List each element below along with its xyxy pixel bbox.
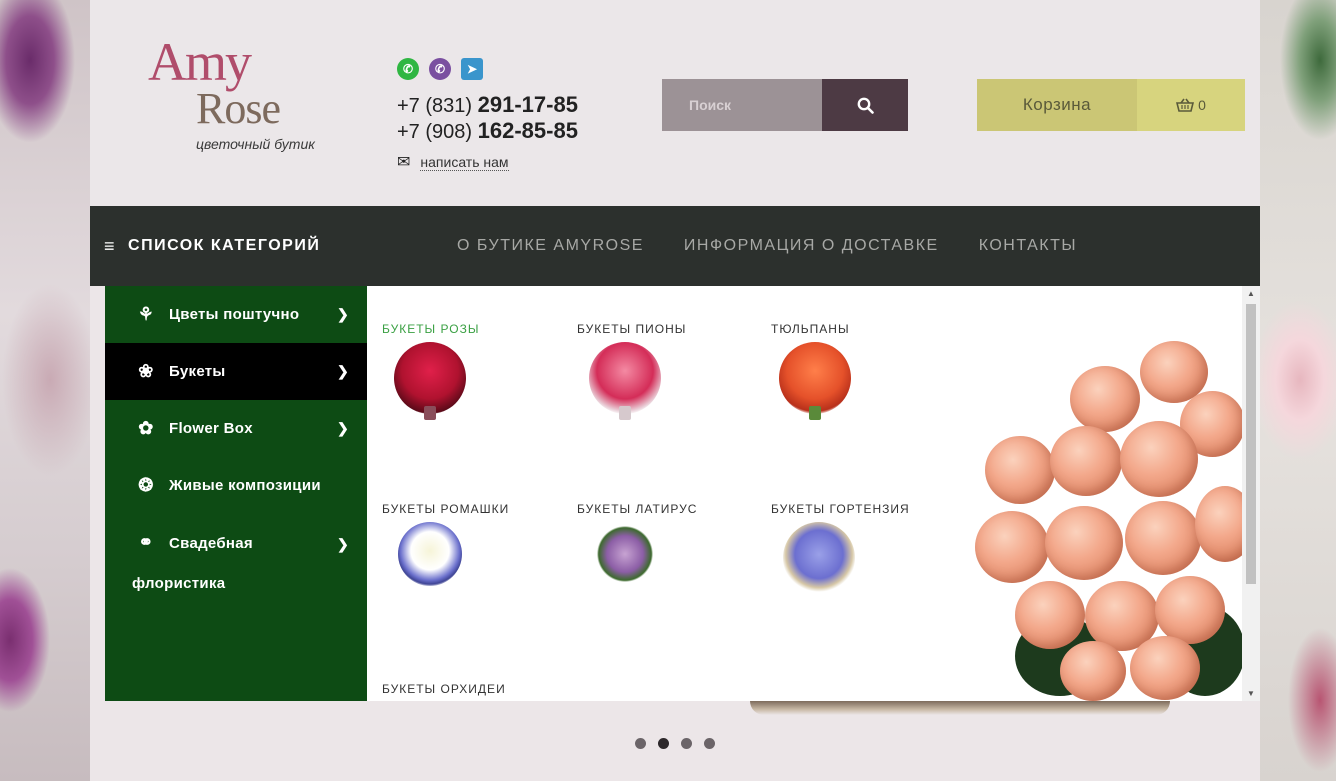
submenu-item-title: БУКЕТЫ РОМАШКИ	[382, 502, 510, 516]
logo-tagline: цветочный бутик	[196, 136, 315, 152]
tulips-bouquet-image[interactable]	[779, 342, 851, 420]
logo-line-1: Amy	[148, 32, 252, 92]
cart-count: 0	[1198, 97, 1206, 113]
phone-1-prefix: +7 (831)	[397, 95, 473, 117]
write-us[interactable]: ✉ написать нам	[397, 152, 509, 172]
roses-promo-image	[975, 336, 1245, 701]
chevron-right-icon: ❯	[336, 536, 349, 552]
nav-link-delivery[interactable]: ИНФОРМАЦИЯ О ДОСТАВКЕ	[684, 237, 939, 255]
phone-2-prefix: +7 (908)	[397, 121, 473, 143]
messenger-links: ✆ ✆ ➤	[397, 58, 483, 80]
side-item-label: Букеты	[169, 363, 226, 380]
flower-box-icon: ✿	[138, 418, 154, 438]
cart[interactable]: Корзина 0	[977, 79, 1245, 131]
chevron-right-icon: ❯	[336, 306, 349, 322]
side-menu: ⚘ Цветы поштучно ❯ ❀ Букеты ❯ ✿ Flower B…	[105, 286, 367, 701]
main-nav: ≡ СПИСОК КАТЕГОРИЙ О БУТИКЕ AMYROSE ИНФО…	[90, 206, 1260, 286]
side-item-label: Flower Box	[169, 420, 253, 437]
telegram-icon[interactable]: ➤	[461, 58, 483, 80]
nav-link-contacts[interactable]: КОНТАКТЫ	[979, 237, 1077, 255]
search-button[interactable]	[822, 79, 908, 131]
scroll-down-arrow-icon[interactable]: ▼	[1247, 689, 1255, 698]
site-header: Amy Rose цветочный бутик ✆ ✆ ➤ +7 (831) …	[90, 0, 1260, 206]
submenu-item-title: БУКЕТЫ ЛАТИРУС	[577, 502, 698, 516]
viber-icon[interactable]: ✆	[429, 58, 451, 80]
slider-dots	[635, 738, 715, 749]
category-dropdown: ⚘ Цветы поштучно ❯ ❀ Букеты ❯ ✿ Flower B…	[105, 286, 1260, 701]
background-left-flowers	[0, 0, 90, 781]
side-item-wedding[interactable]: ⚭ Свадебная флористика ❯	[105, 514, 367, 614]
roses-bouquet-image[interactable]	[394, 342, 466, 420]
logo[interactable]: Amy Rose цветочный бутик	[148, 32, 323, 157]
rose-icon: ⚘	[137, 304, 155, 324]
bouquet-icon: ❀	[138, 361, 154, 381]
search-input[interactable]	[662, 79, 822, 131]
peonies-bouquet-image[interactable]	[589, 342, 661, 420]
hydrangea-bouquet-image[interactable]	[783, 522, 855, 594]
slider-dot-active[interactable]	[658, 738, 669, 749]
logo-line-2: Rose	[196, 84, 281, 133]
cart-count-area[interactable]: 0	[1137, 79, 1245, 131]
submenu-item-peonies[interactable]: БУКЕТЫ ПИОНЫ	[577, 322, 757, 420]
submenu-item-daisies[interactable]: БУКЕТЫ РОМАШКИ	[382, 502, 562, 586]
submenu-item-title: ТЮЛЬПАНЫ	[771, 322, 850, 336]
nav-links: О БУТИКЕ AMYROSE ИНФОРМАЦИЯ О ДОСТАВКЕ К…	[457, 206, 1077, 286]
side-item-flower-box[interactable]: ✿ Flower Box ❯	[105, 400, 367, 457]
phone-1[interactable]: +7 (831) 291-17-85	[397, 92, 578, 118]
nav-link-about[interactable]: О БУТИКЕ AMYROSE	[457, 237, 644, 255]
search-box	[662, 79, 908, 131]
chevron-right-icon: ❯	[336, 363, 349, 379]
cart-label[interactable]: Корзина	[977, 79, 1137, 131]
scroll-up-arrow-icon[interactable]: ▲	[1247, 289, 1255, 298]
hamburger-icon: ≡	[104, 235, 117, 256]
phone-2-number: 162-85-85	[477, 118, 578, 143]
write-us-link[interactable]: написать нам	[420, 154, 509, 171]
submenu-item-hydrangea[interactable]: БУКЕТЫ ГОРТЕНЗИЯ	[771, 502, 951, 594]
submenu-item-lathyrus[interactable]: БУКЕТЫ ЛАТИРУС	[577, 502, 757, 586]
slider-dot[interactable]	[681, 738, 692, 749]
categories-label: СПИСОК КАТЕГОРИЙ	[128, 237, 321, 254]
phone-1-number: 291-17-85	[477, 92, 578, 117]
submenu-scrollbar[interactable]: ▲ ▼	[1242, 286, 1260, 701]
submenu-item-title: БУКЕТЫ ПИОНЫ	[577, 322, 687, 336]
submenu-item-tulips[interactable]: ТЮЛЬПАНЫ	[771, 322, 951, 420]
wreath-icon: ❂	[138, 475, 154, 495]
side-item-label-wrap: ⚭ Свадебная флористика	[132, 522, 322, 604]
submenu-item-title: БУКЕТЫ ОРХИДЕИ	[382, 682, 506, 696]
submenu-item-roses[interactable]: БУКЕТЫ РОЗЫ	[382, 322, 562, 420]
background-right-flowers	[1260, 0, 1336, 781]
whatsapp-icon[interactable]: ✆	[397, 58, 419, 80]
envelope-icon: ✉	[397, 154, 411, 171]
slider-dot[interactable]	[635, 738, 646, 749]
side-item-label: Живые композиции	[169, 477, 321, 494]
scrollbar-thumb[interactable]	[1246, 304, 1256, 584]
slider-dot[interactable]	[704, 738, 715, 749]
lathyrus-bouquet-image[interactable]	[593, 522, 657, 586]
search-icon	[857, 97, 874, 114]
rings-icon: ⚭	[138, 532, 154, 552]
side-item-single-flowers[interactable]: ⚘ Цветы поштучно ❯	[105, 286, 367, 343]
submenu-item-title: БУКЕТЫ РОЗЫ	[382, 322, 480, 336]
basket-icon	[1176, 98, 1195, 112]
side-item-bouquets[interactable]: ❀ Букеты ❯	[105, 343, 367, 400]
side-item-label: Цветы поштучно	[169, 306, 300, 323]
submenu-item-title: БУКЕТЫ ГОРТЕНЗИЯ	[771, 502, 910, 516]
daisies-bouquet-image[interactable]	[398, 522, 462, 586]
phone-2[interactable]: +7 (908) 162-85-85	[397, 118, 578, 144]
categories-toggle[interactable]: ≡ СПИСОК КАТЕГОРИЙ	[104, 206, 320, 286]
side-item-compositions[interactable]: ❂ Живые композиции	[105, 457, 367, 514]
slider-image-edge	[750, 701, 1170, 715]
chevron-right-icon: ❯	[336, 420, 349, 436]
submenu-item-orchids[interactable]: БУКЕТЫ ОРХИДЕИ	[382, 682, 562, 696]
